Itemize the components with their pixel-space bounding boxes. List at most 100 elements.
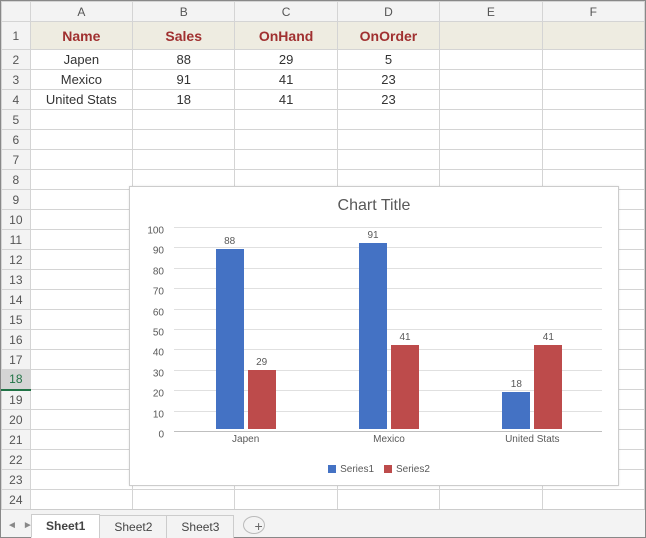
cell[interactable]: 29	[235, 50, 337, 70]
row-header[interactable]: 8	[2, 170, 31, 190]
cell[interactable]	[440, 490, 542, 510]
row-header[interactable]: 21	[2, 430, 31, 450]
bar[interactable]	[534, 345, 562, 429]
row-header[interactable]: 17	[2, 350, 31, 370]
cell[interactable]	[542, 50, 644, 70]
cell[interactable]	[440, 130, 542, 150]
row-header[interactable]: 12	[2, 250, 31, 270]
cell[interactable]: OnHand	[235, 22, 337, 50]
cell[interactable]	[440, 50, 542, 70]
cell[interactable]: 91	[133, 70, 235, 90]
cell[interactable]: 23	[337, 70, 439, 90]
cell[interactable]	[542, 70, 644, 90]
cell[interactable]: 41	[235, 90, 337, 110]
cell[interactable]	[30, 270, 132, 290]
cell[interactable]	[30, 210, 132, 230]
cell[interactable]	[30, 150, 132, 170]
row-header[interactable]: 2	[2, 50, 31, 70]
cell[interactable]	[235, 150, 337, 170]
row-header[interactable]: 5	[2, 110, 31, 130]
cell[interactable]	[440, 90, 542, 110]
cell[interactable]	[440, 150, 542, 170]
cell[interactable]	[542, 130, 644, 150]
row-header[interactable]: 15	[2, 310, 31, 330]
cell[interactable]: Japen	[30, 50, 132, 70]
row-header[interactable]: 7	[2, 150, 31, 170]
row-header[interactable]: 1	[2, 22, 31, 50]
bar[interactable]	[248, 370, 276, 429]
row-header[interactable]: 9	[2, 190, 31, 210]
cell[interactable]	[30, 350, 132, 370]
cell[interactable]	[337, 490, 439, 510]
row-header[interactable]: 16	[2, 330, 31, 350]
cell[interactable]	[542, 90, 644, 110]
cell[interactable]	[30, 490, 132, 510]
cell[interactable]	[30, 190, 132, 210]
bar[interactable]	[359, 243, 387, 429]
cell[interactable]: 88	[133, 50, 235, 70]
row-header[interactable]: 19	[2, 390, 31, 410]
row-header[interactable]: 22	[2, 450, 31, 470]
cell[interactable]: United Stats	[30, 90, 132, 110]
cell[interactable]	[440, 70, 542, 90]
cell[interactable]	[30, 310, 132, 330]
row-header[interactable]: 20	[2, 410, 31, 430]
column-header-F[interactable]: F	[542, 2, 644, 22]
cell[interactable]: 23	[337, 90, 439, 110]
column-header-D[interactable]: D	[337, 2, 439, 22]
cell[interactable]	[30, 110, 132, 130]
bar[interactable]	[216, 249, 244, 429]
cell[interactable]	[133, 130, 235, 150]
column-header-B[interactable]: B	[133, 2, 235, 22]
cell[interactable]	[235, 490, 337, 510]
cell[interactable]	[30, 130, 132, 150]
embedded-chart[interactable]: Chart Title 0102030405060708090100 88299…	[129, 186, 619, 486]
cell[interactable]	[30, 230, 132, 250]
cell[interactable]	[133, 110, 235, 130]
row-header[interactable]: 13	[2, 270, 31, 290]
cell[interactable]	[30, 470, 132, 490]
row-header[interactable]: 4	[2, 90, 31, 110]
cell[interactable]	[440, 22, 542, 50]
cell[interactable]	[542, 110, 644, 130]
cell[interactable]: Mexico	[30, 70, 132, 90]
cell[interactable]	[542, 150, 644, 170]
cell[interactable]	[337, 150, 439, 170]
cell[interactable]	[30, 250, 132, 270]
cell[interactable]	[30, 330, 132, 350]
cell[interactable]: 18	[133, 90, 235, 110]
new-sheet-button[interactable]: +	[243, 516, 265, 534]
column-header-C[interactable]: C	[235, 2, 337, 22]
row-header[interactable]: 23	[2, 470, 31, 490]
cell[interactable]	[133, 490, 235, 510]
cell[interactable]	[30, 450, 132, 470]
cell[interactable]	[235, 130, 337, 150]
tab-prev-icon[interactable]: ◄	[5, 518, 19, 533]
cell[interactable]: Name	[30, 22, 132, 50]
cell[interactable]	[30, 370, 132, 390]
cell[interactable]	[542, 490, 644, 510]
cell[interactable]	[542, 22, 644, 50]
cell[interactable]	[337, 130, 439, 150]
cell[interactable]	[235, 110, 337, 130]
cell[interactable]	[440, 110, 542, 130]
row-header[interactable]: 6	[2, 130, 31, 150]
sheet-tab[interactable]: Sheet1	[31, 514, 100, 538]
select-all-corner[interactable]	[2, 2, 31, 22]
row-header[interactable]: 10	[2, 210, 31, 230]
cell[interactable]: Sales	[133, 22, 235, 50]
row-header[interactable]: 14	[2, 290, 31, 310]
cell[interactable]	[30, 290, 132, 310]
row-header[interactable]: 11	[2, 230, 31, 250]
row-header[interactable]: 3	[2, 70, 31, 90]
bar[interactable]	[391, 345, 419, 429]
sheet-tab[interactable]: Sheet3	[166, 515, 234, 538]
cell[interactable]	[30, 390, 132, 410]
cell[interactable]	[30, 170, 132, 190]
row-header[interactable]: 24	[2, 490, 31, 510]
bar[interactable]	[502, 392, 530, 429]
cell[interactable]	[30, 430, 132, 450]
column-header-A[interactable]: A	[30, 2, 132, 22]
cell[interactable]: OnOrder	[337, 22, 439, 50]
row-header[interactable]: 18	[2, 370, 31, 390]
